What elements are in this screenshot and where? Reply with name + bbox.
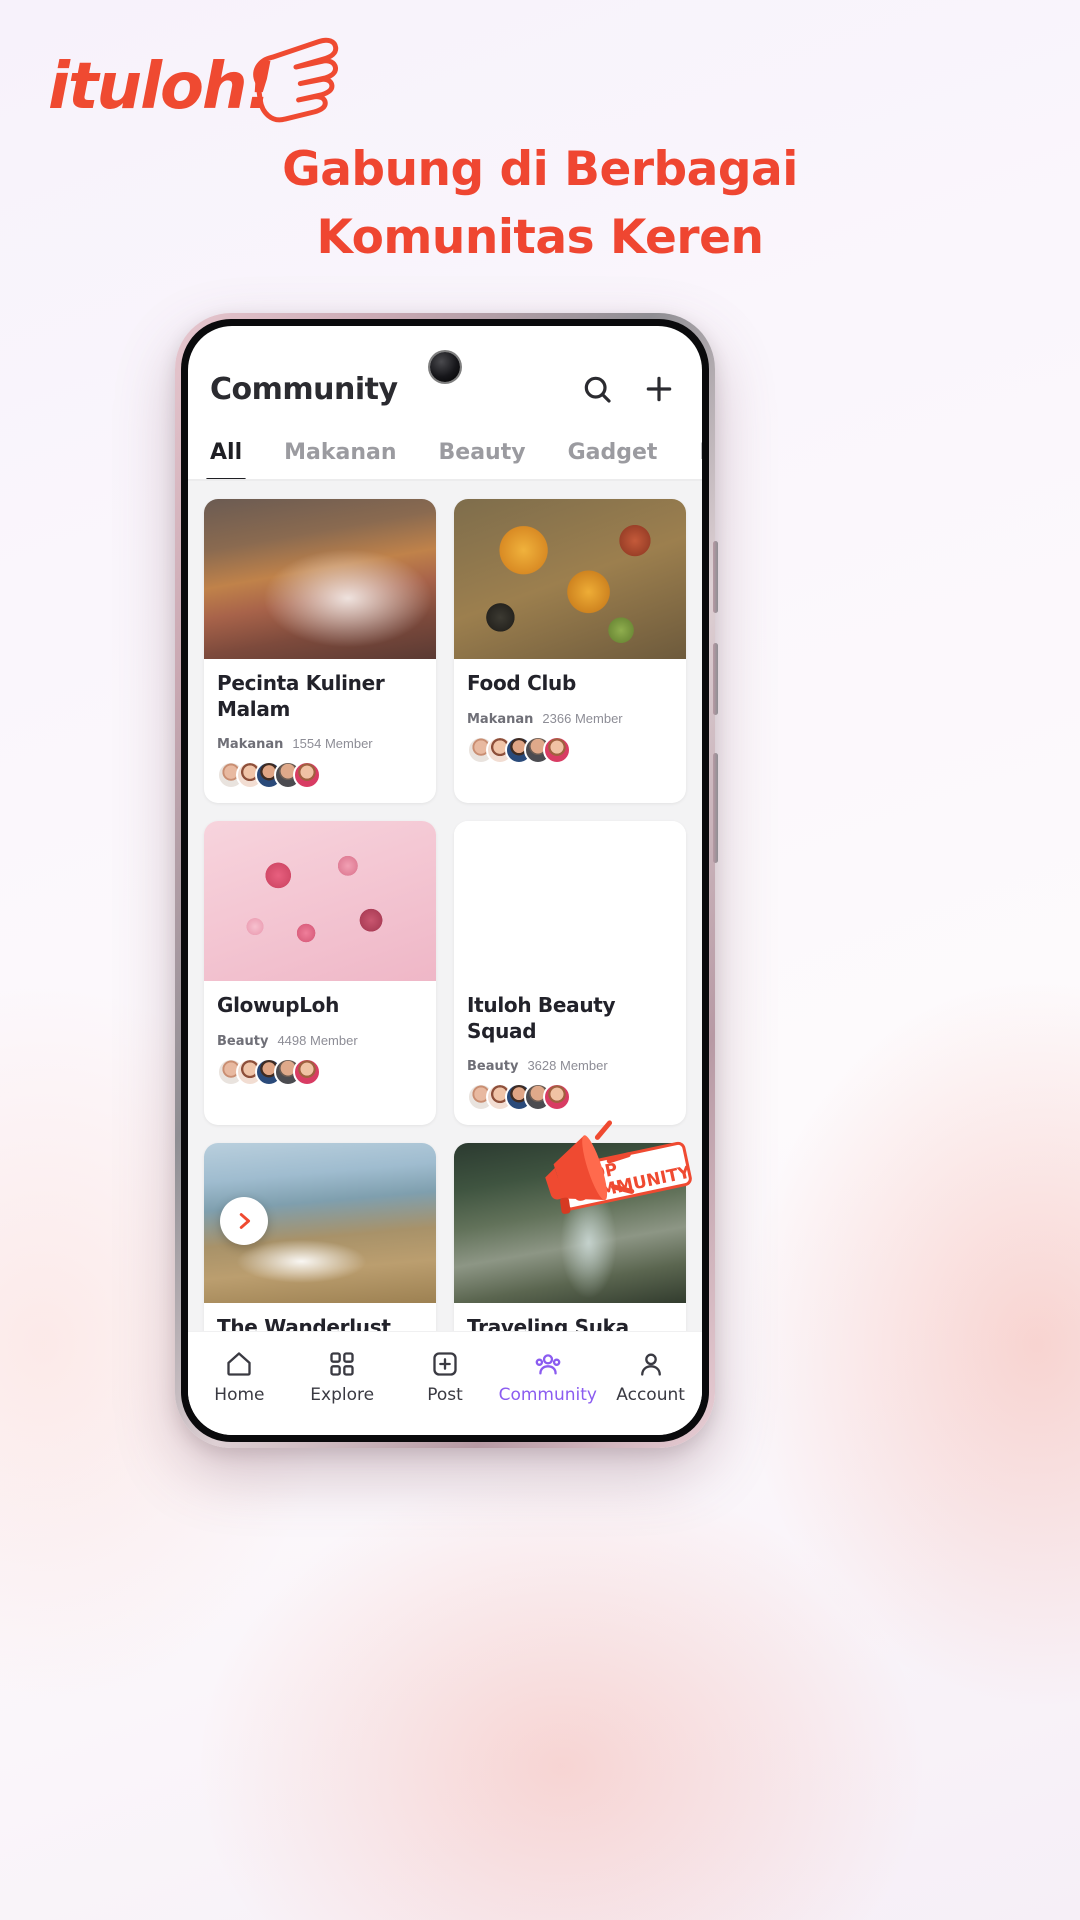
tab-baby-parenting[interactable]: Baby & Parenting bbox=[699, 440, 702, 479]
avatar bbox=[543, 736, 571, 764]
card-image bbox=[454, 821, 686, 982]
nav-item-post[interactable]: Post bbox=[394, 1350, 497, 1405]
card-category: Makanan bbox=[217, 737, 284, 753]
nav-label: Post bbox=[427, 1385, 463, 1405]
community-card[interactable]: Traveling Suka Makanan 309 Member bbox=[454, 1143, 686, 1331]
member-avatars bbox=[467, 1083, 673, 1112]
card-title: Ituloh Beauty Squad bbox=[467, 993, 616, 1043]
nav-item-home[interactable]: Home bbox=[188, 1350, 291, 1405]
card-category: Makanan bbox=[467, 712, 534, 727]
phone-mockup: Community All Makanan Beauty Gadget Baby… bbox=[175, 313, 718, 1448]
search-icon[interactable] bbox=[580, 372, 614, 406]
card-category: Beauty bbox=[217, 1034, 269, 1050]
people-icon bbox=[535, 1354, 561, 1375]
card-image bbox=[454, 1143, 686, 1304]
tab-beauty[interactable]: Beauty bbox=[439, 440, 526, 479]
card-member-count: 2366 Member bbox=[542, 711, 623, 726]
community-card[interactable]: GlowupLoh Beauty 4498 Member bbox=[204, 821, 436, 1126]
member-avatars bbox=[467, 736, 673, 764]
headline-line-1: Gabung di Berbagai bbox=[282, 142, 798, 197]
card-category: Beauty bbox=[467, 1059, 519, 1075]
member-avatars bbox=[217, 1058, 423, 1087]
card-title: Pecinta Kuliner Malam bbox=[217, 671, 385, 721]
nav-item-explore[interactable]: Explore bbox=[291, 1350, 394, 1405]
nav-item-account[interactable]: Account bbox=[599, 1350, 702, 1405]
card-title: The Wanderlust Group bbox=[217, 1315, 391, 1331]
home-icon bbox=[227, 1352, 252, 1376]
category-tabs[interactable]: All Makanan Beauty Gadget Baby & Parenti… bbox=[188, 434, 702, 481]
nav-label: Account bbox=[616, 1385, 685, 1405]
phone-volume-up-button bbox=[713, 541, 718, 613]
card-title: GlowupLoh bbox=[217, 993, 340, 1018]
page-headline: Gabung di Berbagai Komunitas Keren bbox=[0, 136, 1080, 272]
bottom-navigation[interactable]: Home Explore Post Community Account bbox=[188, 1331, 702, 1435]
headline-line-2: Komunitas Keren bbox=[316, 210, 764, 266]
tab-gadget[interactable]: Gadget bbox=[568, 440, 658, 479]
brand-logo-text: ituloh! bbox=[48, 50, 273, 124]
chevron-right-icon bbox=[239, 1213, 251, 1229]
phone-volume-down-button bbox=[713, 643, 718, 715]
grid-icon bbox=[330, 1352, 354, 1376]
avatar bbox=[293, 1058, 321, 1087]
nav-item-community[interactable]: Community bbox=[496, 1350, 599, 1405]
nav-label: Home bbox=[214, 1385, 265, 1405]
plus-square-icon bbox=[433, 1352, 457, 1376]
carousel-next-button[interactable] bbox=[220, 1197, 268, 1245]
plus-icon[interactable] bbox=[642, 372, 676, 406]
nav-label: Community bbox=[498, 1385, 597, 1405]
card-member-count: 4498 Member bbox=[277, 1033, 358, 1049]
front-camera-punch-hole bbox=[430, 352, 460, 382]
community-card[interactable]: Pecinta Kuliner Malam Makanan 1554 Membe… bbox=[204, 499, 436, 804]
card-image bbox=[454, 499, 686, 659]
page-title: Community bbox=[210, 371, 398, 407]
avatar bbox=[293, 761, 321, 790]
card-title: Food Club bbox=[467, 671, 576, 695]
tab-all[interactable]: All bbox=[205, 440, 247, 479]
brand-logo: ituloh! bbox=[48, 34, 348, 134]
community-card[interactable]: Food Club Makanan 2366 Member bbox=[454, 499, 686, 804]
person-icon bbox=[640, 1353, 661, 1376]
card-image bbox=[204, 499, 436, 659]
app-screen: Community All Makanan Beauty Gadget Baby… bbox=[188, 326, 702, 1435]
tab-makanan[interactable]: Makanan bbox=[284, 440, 396, 479]
card-member-count: 3628 Member bbox=[527, 1058, 608, 1074]
card-member-count: 1554 Member bbox=[292, 736, 373, 752]
member-avatars bbox=[217, 761, 423, 790]
community-card[interactable]: Ituloh Beauty Squad Beauty 3628 Member bbox=[454, 821, 686, 1126]
card-image bbox=[204, 821, 436, 982]
avatar bbox=[543, 1083, 571, 1112]
phone-power-button bbox=[713, 753, 718, 863]
card-title: Traveling Suka bbox=[467, 1315, 629, 1331]
community-list: Pecinta Kuliner Malam Makanan 1554 Membe… bbox=[188, 481, 702, 1331]
nav-label: Explore bbox=[310, 1385, 375, 1405]
